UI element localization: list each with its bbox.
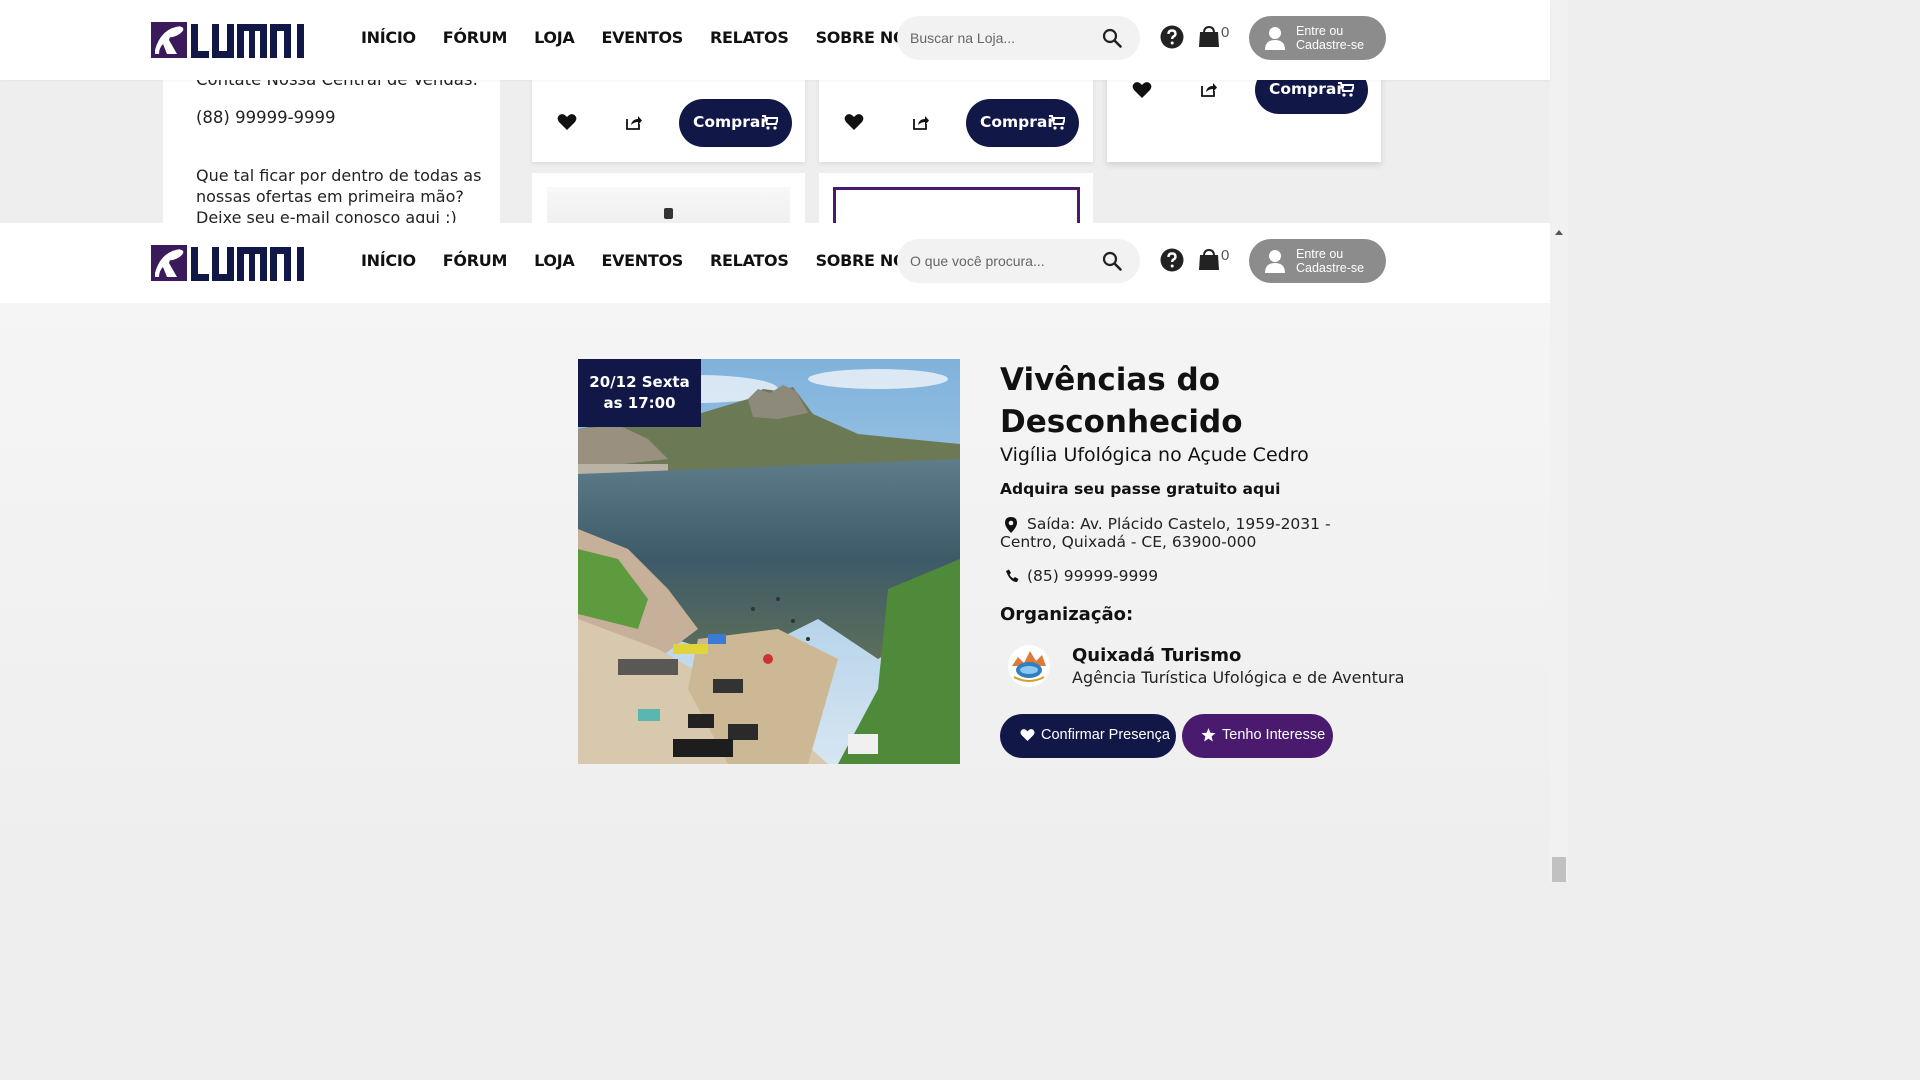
contact-title: Contate Nossa Central de Vendas: <box>196 80 478 89</box>
nav-forum[interactable]: FÓRUM <box>443 28 508 47</box>
event-phone: (85) 99999-9999 <box>1027 567 1159 585</box>
phone-icon <box>1006 569 1019 582</box>
scroll-up-arrow[interactable] <box>1555 230 1563 235</box>
nav-relatos[interactable]: RELATOS <box>710 28 789 47</box>
search-input[interactable] <box>910 250 1100 272</box>
login-label: Entre ou Cadastre-se <box>1296 24 1365 52</box>
nav-eventos[interactable]: EVENTOS <box>601 28 683 47</box>
event-detail: 20/12 Sexta as 17:00 Vivências do Descon… <box>0 303 1550 882</box>
nav-forum[interactable]: FÓRUM <box>443 251 508 270</box>
cart-icon[interactable] <box>1197 247 1221 271</box>
heart-icon[interactable] <box>844 113 864 131</box>
product-image-frame <box>833 187 1080 223</box>
search-icon[interactable] <box>1102 28 1122 48</box>
share-icon[interactable] <box>912 113 930 131</box>
help-icon[interactable] <box>1160 25 1184 49</box>
nav-relatos[interactable]: RELATOS <box>710 251 789 270</box>
product-card <box>532 173 805 223</box>
lumni-logo[interactable] <box>151 243 309 283</box>
share-icon[interactable] <box>625 113 643 131</box>
heart-icon[interactable] <box>557 113 577 131</box>
contact-card: Contate Nossa Central de Vendas: (88) 99… <box>163 80 500 223</box>
share-icon[interactable] <box>1200 80 1218 98</box>
cart-icon <box>762 115 778 130</box>
store-section: Contate Nossa Central de Vendas: (88) 99… <box>0 80 1550 223</box>
organizer-logo[interactable] <box>1006 643 1052 689</box>
user-icon <box>1265 250 1285 273</box>
scrollbar-main[interactable] <box>1550 223 1568 882</box>
nav-inicio[interactable]: INÍCIO <box>361 28 416 47</box>
event-address: Saída: Av. Plácido Castelo, 1959-2031 - … <box>1000 515 1331 551</box>
buy-button[interactable]: Comprar <box>1255 80 1368 114</box>
cart-icon[interactable] <box>1197 24 1221 48</box>
nav-eventos[interactable]: EVENTOS <box>601 251 683 270</box>
confirm-attendance-button[interactable]: Confirmar Presença <box>1000 714 1176 758</box>
login-label: Entre ou Cadastre-se <box>1296 247 1365 275</box>
cart-icon <box>1049 115 1065 130</box>
product-card: Comprar <box>819 80 1093 162</box>
event-subtitle: Vigília Ufológica no Açude Cedro <box>1000 444 1309 466</box>
buy-button[interactable]: Comprar <box>679 99 792 147</box>
heart-icon[interactable] <box>1132 81 1152 99</box>
search-input[interactable] <box>910 27 1100 49</box>
nav-loja[interactable]: LOJA <box>534 28 575 47</box>
interested-button[interactable]: Tenho Interesse <box>1182 714 1333 758</box>
heart-icon <box>1020 729 1035 741</box>
product-card <box>819 173 1093 223</box>
organization-heading: Organização: <box>1000 604 1134 625</box>
user-icon <box>1265 27 1285 50</box>
nav-loja[interactable]: LOJA <box>534 251 575 270</box>
cart-icon <box>1338 82 1354 97</box>
newsletter-text: Que tal ficar por dentro de todas as nos… <box>196 166 482 223</box>
help-icon[interactable] <box>1160 248 1184 272</box>
product-card: Comprar <box>532 80 805 162</box>
nav-inicio[interactable]: INÍCIO <box>361 251 416 270</box>
main-nav: INÍCIO FÓRUM LOJA EVENTOS RELATOS SOBRE … <box>361 28 945 47</box>
scrollbar-top[interactable] <box>1550 0 1568 223</box>
lumni-logo[interactable] <box>151 20 309 60</box>
login-button[interactable]: Entre ou Cadastre-se <box>1249 16 1386 60</box>
buy-button[interactable]: Comprar <box>966 99 1079 147</box>
event-date-badge: 20/12 Sexta as 17:00 <box>578 359 701 427</box>
organizer-name[interactable]: Quixadá Turismo <box>1072 645 1241 666</box>
search-box <box>897 16 1140 60</box>
cart-count: 0 <box>1221 247 1230 264</box>
cart-count: 0 <box>1221 24 1230 41</box>
main-nav: INÍCIO FÓRUM LOJA EVENTOS RELATOS SOBRE … <box>361 251 945 270</box>
site-header-top: INÍCIO FÓRUM LOJA EVENTOS RELATOS SOBRE … <box>0 0 1550 80</box>
page: INÍCIO FÓRUM LOJA EVENTOS RELATOS SOBRE … <box>0 0 1568 882</box>
scrollbar-thumb[interactable] <box>1552 857 1566 882</box>
free-pass-link[interactable]: Adquira seu passe gratuito aqui <box>1000 480 1280 498</box>
login-button[interactable]: Entre ou Cadastre-se <box>1249 239 1386 283</box>
organizer-description: Agência Turística Ufológica e de Aventur… <box>1072 668 1405 687</box>
product-card: Comprar <box>1107 80 1381 162</box>
site-header-event: INÍCIO FÓRUM LOJA EVENTOS RELATOS SOBRE … <box>0 223 1550 303</box>
search-icon[interactable] <box>1102 251 1122 271</box>
event-title: Vivências do Desconhecido <box>1000 362 1243 440</box>
search-box <box>897 239 1140 283</box>
contact-phone: (88) 99999-9999 <box>196 108 336 127</box>
star-icon <box>1201 728 1216 742</box>
product-thumb <box>664 208 673 219</box>
